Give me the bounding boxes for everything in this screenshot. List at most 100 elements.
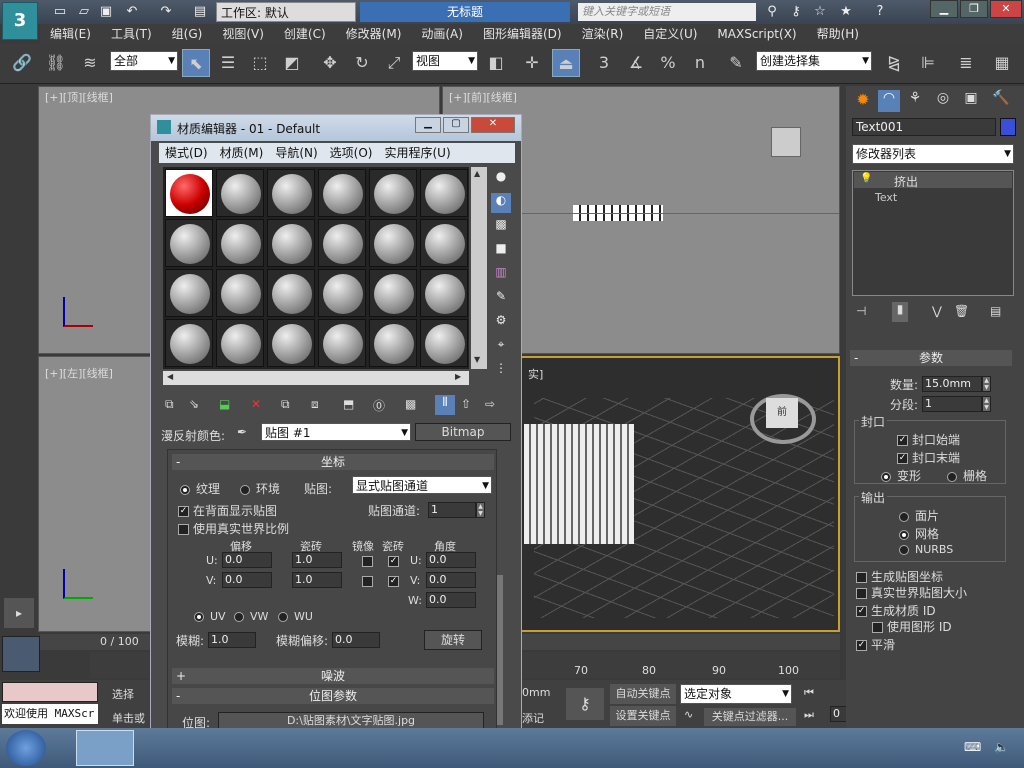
put-to-scene-icon[interactable]: ⇘	[189, 397, 199, 411]
mapping-dropdown[interactable]: 显式贴图通道	[352, 476, 492, 495]
maxscript-listener[interactable]: 欢迎使用 MAXScr	[2, 704, 98, 724]
map-channel-spinner[interactable]: ▲ ▼	[476, 502, 485, 518]
show-end-result-icon[interactable]: ⫴	[435, 395, 455, 415]
material-sample-slot[interactable]	[165, 269, 213, 317]
material-sample-slot[interactable]	[369, 269, 417, 317]
scroll-down-icon[interactable]: ▼	[474, 355, 480, 364]
angle-snap-icon[interactable]: ∡	[622, 49, 650, 77]
material-sample-slot[interactable]	[267, 169, 315, 217]
modify-tab-icon[interactable]: ◠	[878, 90, 900, 112]
taskbar-3dsmax-icon[interactable]	[76, 730, 134, 766]
mirror-icon[interactable]: ⧎	[880, 49, 908, 77]
video-color-check-icon[interactable]: ▥	[491, 265, 511, 285]
real-world-scale-checkbox[interactable]: 使用真实世界比例	[178, 520, 289, 537]
eyedropper-icon[interactable]: ✒	[237, 425, 247, 439]
scroll-left-icon[interactable]: ◀	[167, 372, 173, 381]
material-sample-slot[interactable]	[369, 219, 417, 267]
menu-help[interactable]: 帮助(H)	[807, 24, 869, 44]
viewport-left-label[interactable]: [+][左][线框]	[45, 365, 113, 381]
go-forward-sibling-icon[interactable]: ⇨	[485, 397, 495, 411]
remove-modifier-icon[interactable]: 🗑	[954, 304, 969, 318]
environ-radio[interactable]: 环境	[240, 480, 280, 497]
key-mode-dropdown[interactable]: 选定对象	[680, 684, 792, 704]
v-angle-field[interactable]: 0.0	[426, 572, 476, 588]
nurbs-radio[interactable]: NURBS	[899, 543, 953, 556]
amount-spinner[interactable]: ▲ ▼	[982, 376, 991, 392]
minimize-button[interactable]: ▁	[930, 0, 958, 18]
cap-start-checkbox[interactable]: ✓ 封口始端	[897, 431, 960, 448]
create-tab-icon[interactable]: ✹	[852, 90, 874, 112]
viewport-top-label[interactable]: [+][顶][线框]	[45, 89, 113, 105]
ref-coord-dropdown[interactable]: 视图	[412, 51, 478, 71]
configure-sets-icon[interactable]: ▤	[990, 304, 1001, 318]
object-name-field[interactable]: Text001	[852, 118, 996, 136]
pivot-center-icon[interactable]: ◧	[482, 49, 510, 77]
search-input[interactable]: 键入关键字或短语	[578, 3, 756, 21]
app-logo-icon[interactable]: 3	[2, 2, 38, 40]
rotate-button[interactable]: 旋转	[424, 630, 482, 650]
u-offset-field[interactable]: 0.0	[222, 552, 272, 568]
material-sample-slot[interactable]	[318, 169, 366, 217]
new-file-icon[interactable]: ▭	[50, 3, 70, 21]
key-icon[interactable]: ⚷	[786, 3, 806, 21]
bitmap-rollout-header[interactable]: - 位图参数	[172, 688, 494, 704]
unlink-icon[interactable]: ⛓	[42, 49, 70, 77]
material-sample-slot[interactable]	[420, 169, 468, 217]
align-icon[interactable]: ⊫	[914, 49, 942, 77]
make-copy-icon[interactable]: ⧉	[281, 397, 290, 412]
menu-animation[interactable]: 动画(A)	[411, 24, 473, 44]
show-map-in-viewport-icon[interactable]: ▩	[405, 397, 416, 411]
spinner-snap-icon[interactable]: n	[686, 49, 714, 77]
favorites-icon[interactable]: ☆	[810, 3, 830, 21]
set-key-button[interactable]: 设置关键点	[610, 706, 676, 726]
menu-customize[interactable]: 自定义(U)	[633, 24, 707, 44]
stack-item-extrude[interactable]: 💡 挤出	[854, 172, 1012, 189]
workspace-dropdown[interactable]: 工作区: 默认	[216, 2, 356, 22]
add-time-tag[interactable]: 添记	[522, 710, 544, 726]
close-button[interactable]: ✕	[471, 117, 515, 133]
make-preview-icon[interactable]: ✎	[491, 289, 511, 309]
view-cube-front-icon[interactable]	[771, 127, 801, 157]
gen-material-id-checkbox[interactable]: ✓ 生成材质 ID	[856, 602, 936, 619]
amount-field[interactable]: 15.0mm	[922, 376, 982, 392]
material-sample-slot[interactable]	[420, 219, 468, 267]
texture-radio[interactable]: 纹理	[180, 480, 220, 497]
star-icon[interactable]: ★	[836, 3, 856, 21]
u-tiling-field[interactable]: 1.0	[292, 552, 342, 568]
material-sample-slot[interactable]	[165, 319, 213, 367]
key-filters-icon[interactable]: ∿	[684, 708, 693, 721]
slots-vscrollbar[interactable]: ▲ ▼	[471, 167, 487, 369]
backlight-icon[interactable]: ◐	[491, 193, 511, 213]
key-filters-button[interactable]: 关键点过滤器...	[704, 708, 796, 726]
utilities-tab-icon[interactable]: 🔨	[990, 90, 1012, 112]
material-sample-slot[interactable]	[318, 319, 366, 367]
bind-space-warp-icon[interactable]: ≋	[76, 49, 104, 77]
make-unique-icon[interactable]: ⋁	[932, 304, 942, 318]
binoculars-icon[interactable]: ⚲	[762, 3, 782, 21]
menu-tools[interactable]: 工具(T)	[101, 24, 162, 44]
blur-field[interactable]: 1.0	[208, 632, 256, 648]
select-manipulate-icon[interactable]: ✛	[518, 49, 546, 77]
set-key-icon[interactable]: ⚷	[566, 688, 604, 720]
material-sample-slot[interactable]	[165, 169, 213, 217]
menu-rendering[interactable]: 渲染(R)	[572, 24, 634, 44]
menu-edit[interactable]: 编辑(E)	[40, 24, 101, 44]
put-to-library-icon[interactable]: ⬒	[343, 397, 354, 411]
layer-manager-icon[interactable]: ≣	[952, 49, 980, 77]
get-material-icon[interactable]: ⧉	[165, 397, 174, 412]
object-color-swatch[interactable]	[1000, 118, 1016, 136]
graphite-tools-icon[interactable]: ▦	[988, 49, 1016, 77]
menu-create[interactable]: 创建(C)	[274, 24, 336, 44]
stack-item-text[interactable]: Text	[875, 191, 897, 204]
auto-key-button[interactable]: 自动关键点	[610, 684, 676, 704]
named-selection-dropdown[interactable]: 创建选择集	[756, 51, 872, 71]
play-sidebar-icon[interactable]: ▸	[4, 598, 34, 628]
segments-field[interactable]: 1	[922, 396, 982, 412]
material-sample-slot[interactable]	[369, 169, 417, 217]
segments-spinner[interactable]: ▲ ▼	[982, 396, 991, 412]
scroll-up-icon[interactable]: ▲	[474, 169, 480, 178]
text-object-perspective[interactable]	[524, 424, 634, 544]
params-rollout-header[interactable]: - 参数	[850, 350, 1012, 366]
snaps-toggle-icon[interactable]: 3	[590, 49, 618, 77]
scale-icon[interactable]: ⤢	[380, 49, 408, 77]
